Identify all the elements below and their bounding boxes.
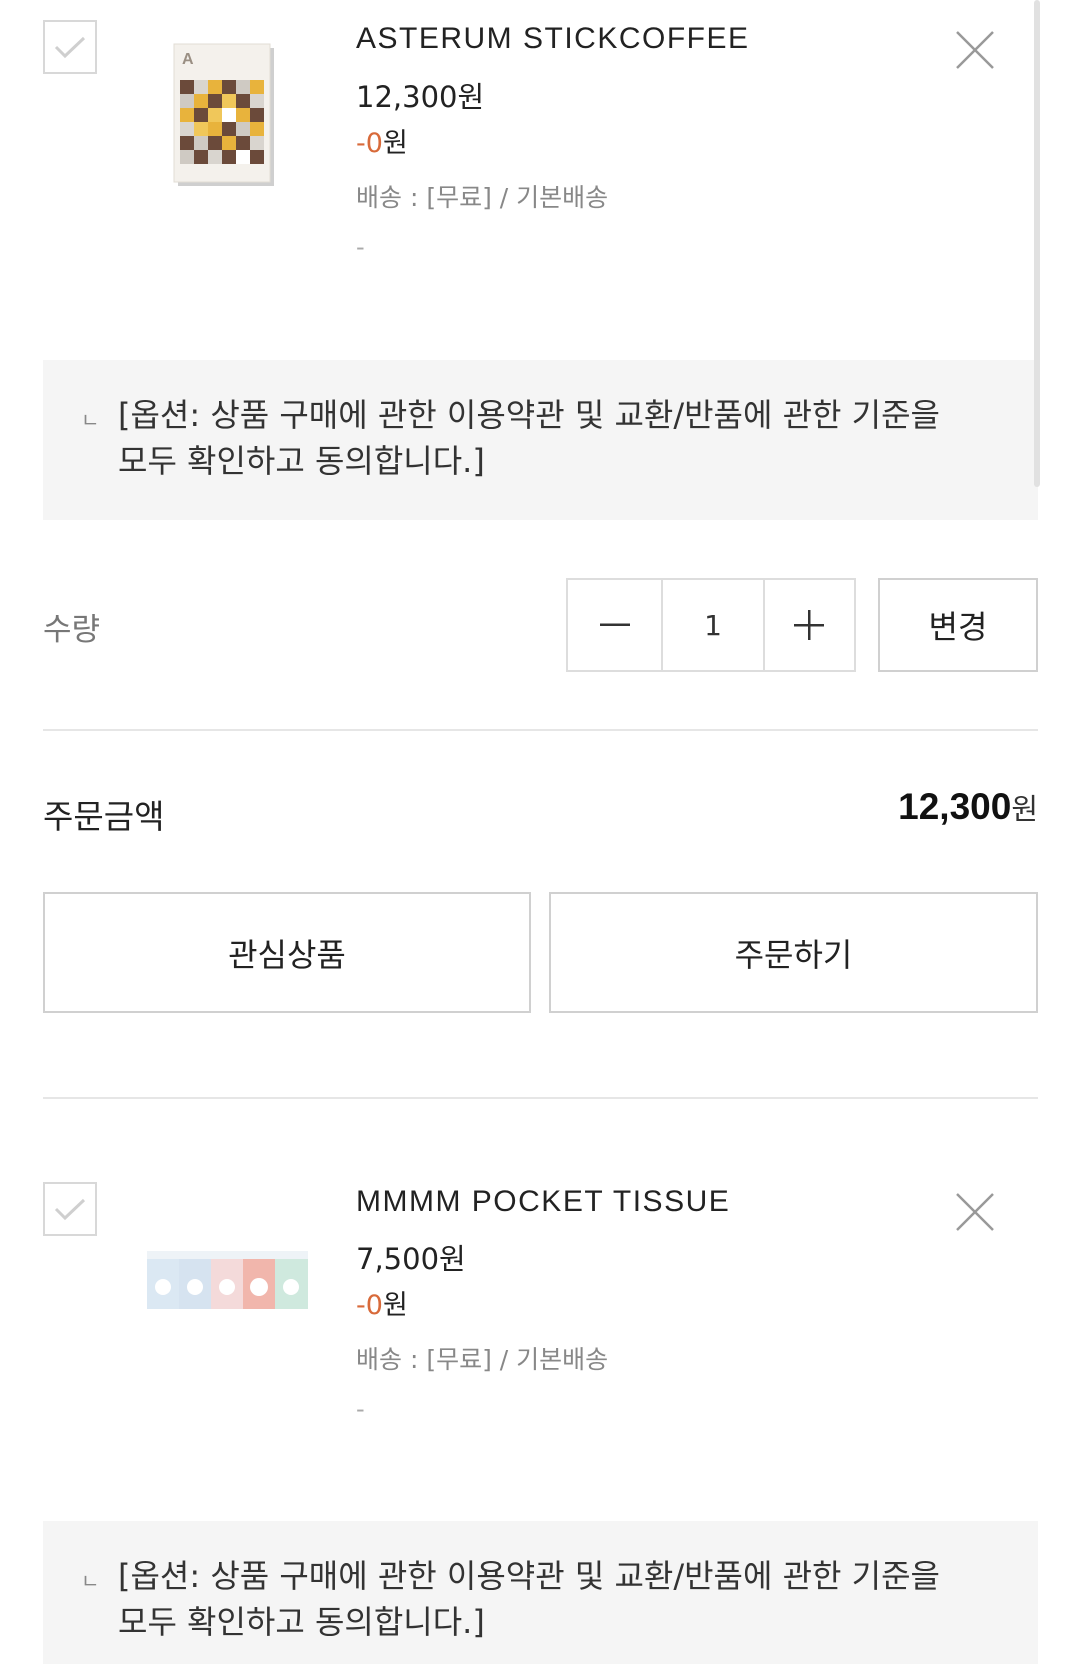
order-amount-label: 주문금액 xyxy=(43,797,165,836)
item-2-shipping: 배송 : [무료] / 기본배송 xyxy=(356,1345,609,1374)
item-2-remove-button[interactable] xyxy=(953,1190,997,1234)
item-1-option-box: ㄴ [옵션: 상품 구매에 관한 이용약관 및 교환/반품에 관한 기준을 모두… xyxy=(43,360,1038,520)
discount-unit: 원 xyxy=(382,1290,408,1321)
plus-icon xyxy=(794,610,825,640)
item-2-option-text: [옵션: 상품 구매에 관한 이용약관 및 교환/반품에 관한 기준을 모두 확… xyxy=(118,1553,1018,1645)
checkmark-icon xyxy=(54,36,86,59)
order-amount-unit: 원 xyxy=(1011,792,1038,826)
discount-prefix: - xyxy=(356,128,366,159)
discount-value: 0 xyxy=(365,1290,383,1321)
tissue-pack-image xyxy=(147,1251,308,1309)
scrollbar[interactable] xyxy=(1034,0,1040,487)
add-to-wishlist-button[interactable]: 관심상품 xyxy=(43,892,531,1013)
svg-text:A: A xyxy=(182,51,194,68)
divider xyxy=(43,729,1038,731)
item-2-checkbox[interactable] xyxy=(43,1182,97,1236)
item-1-discount: -0원 xyxy=(356,121,408,160)
option-line-2: 모두 확인하고 동의합니다.] xyxy=(118,1603,485,1641)
minus-icon xyxy=(599,623,630,626)
divider xyxy=(43,1097,1038,1099)
checkmark-icon xyxy=(54,1198,86,1221)
option-line-1: [옵션: 상품 구매에 관한 이용약관 및 교환/반품에 관한 기준을 xyxy=(118,396,940,434)
order-amount: 12,300 원 xyxy=(898,786,1038,828)
order-button[interactable]: 주문하기 xyxy=(549,892,1038,1013)
item-2-extra: - xyxy=(356,1395,365,1423)
quantity-stepper: 1 xyxy=(566,578,856,672)
order-amount-value: 12,300 xyxy=(898,786,1012,827)
item-2-discount: -0원 xyxy=(356,1283,408,1322)
item-1-checkbox[interactable] xyxy=(43,20,97,74)
item-2-name[interactable]: MMMM POCKET TISSUE xyxy=(356,1185,730,1219)
item-1-name[interactable]: ASTERUM STICKCOFFEE xyxy=(356,22,750,56)
quantity-label: 수량 xyxy=(43,612,101,648)
discount-prefix: - xyxy=(356,1290,366,1321)
close-icon xyxy=(956,1193,994,1231)
coffee-box-image: A xyxy=(173,43,274,186)
item-1-price: 12,300원 xyxy=(356,80,485,114)
quantity-change-button[interactable]: 변경 xyxy=(878,578,1038,672)
option-mark: ㄴ xyxy=(81,1569,100,1593)
item-1-extra: - xyxy=(356,233,365,261)
option-line-1: [옵션: 상품 구매에 관한 이용약관 및 교환/반품에 관한 기준을 xyxy=(118,1557,940,1595)
quantity-increase-button[interactable] xyxy=(765,580,854,670)
item-2-option-box: ㄴ [옵션: 상품 구매에 관한 이용약관 및 교환/반품에 관한 기준을 모두… xyxy=(43,1521,1038,1664)
item-1-remove-button[interactable] xyxy=(953,28,997,72)
item-2-price: 7,500원 xyxy=(356,1242,466,1276)
item-1-thumbnail[interactable]: A xyxy=(145,35,305,195)
item-1-shipping: 배송 : [무료] / 기본배송 xyxy=(356,183,609,212)
option-line-2: 모두 확인하고 동의합니다.] xyxy=(118,442,485,480)
item-1-option-text: [옵션: 상품 구매에 관한 이용약관 및 교환/반품에 관한 기준을 모두 확… xyxy=(118,392,1018,484)
close-icon xyxy=(956,31,994,69)
quantity-input[interactable]: 1 xyxy=(663,580,765,670)
option-mark: ㄴ xyxy=(81,408,100,432)
discount-value: 0 xyxy=(365,128,383,159)
quantity-decrease-button[interactable] xyxy=(568,580,664,670)
discount-unit: 원 xyxy=(382,128,408,159)
item-2-thumbnail[interactable] xyxy=(145,1200,310,1360)
